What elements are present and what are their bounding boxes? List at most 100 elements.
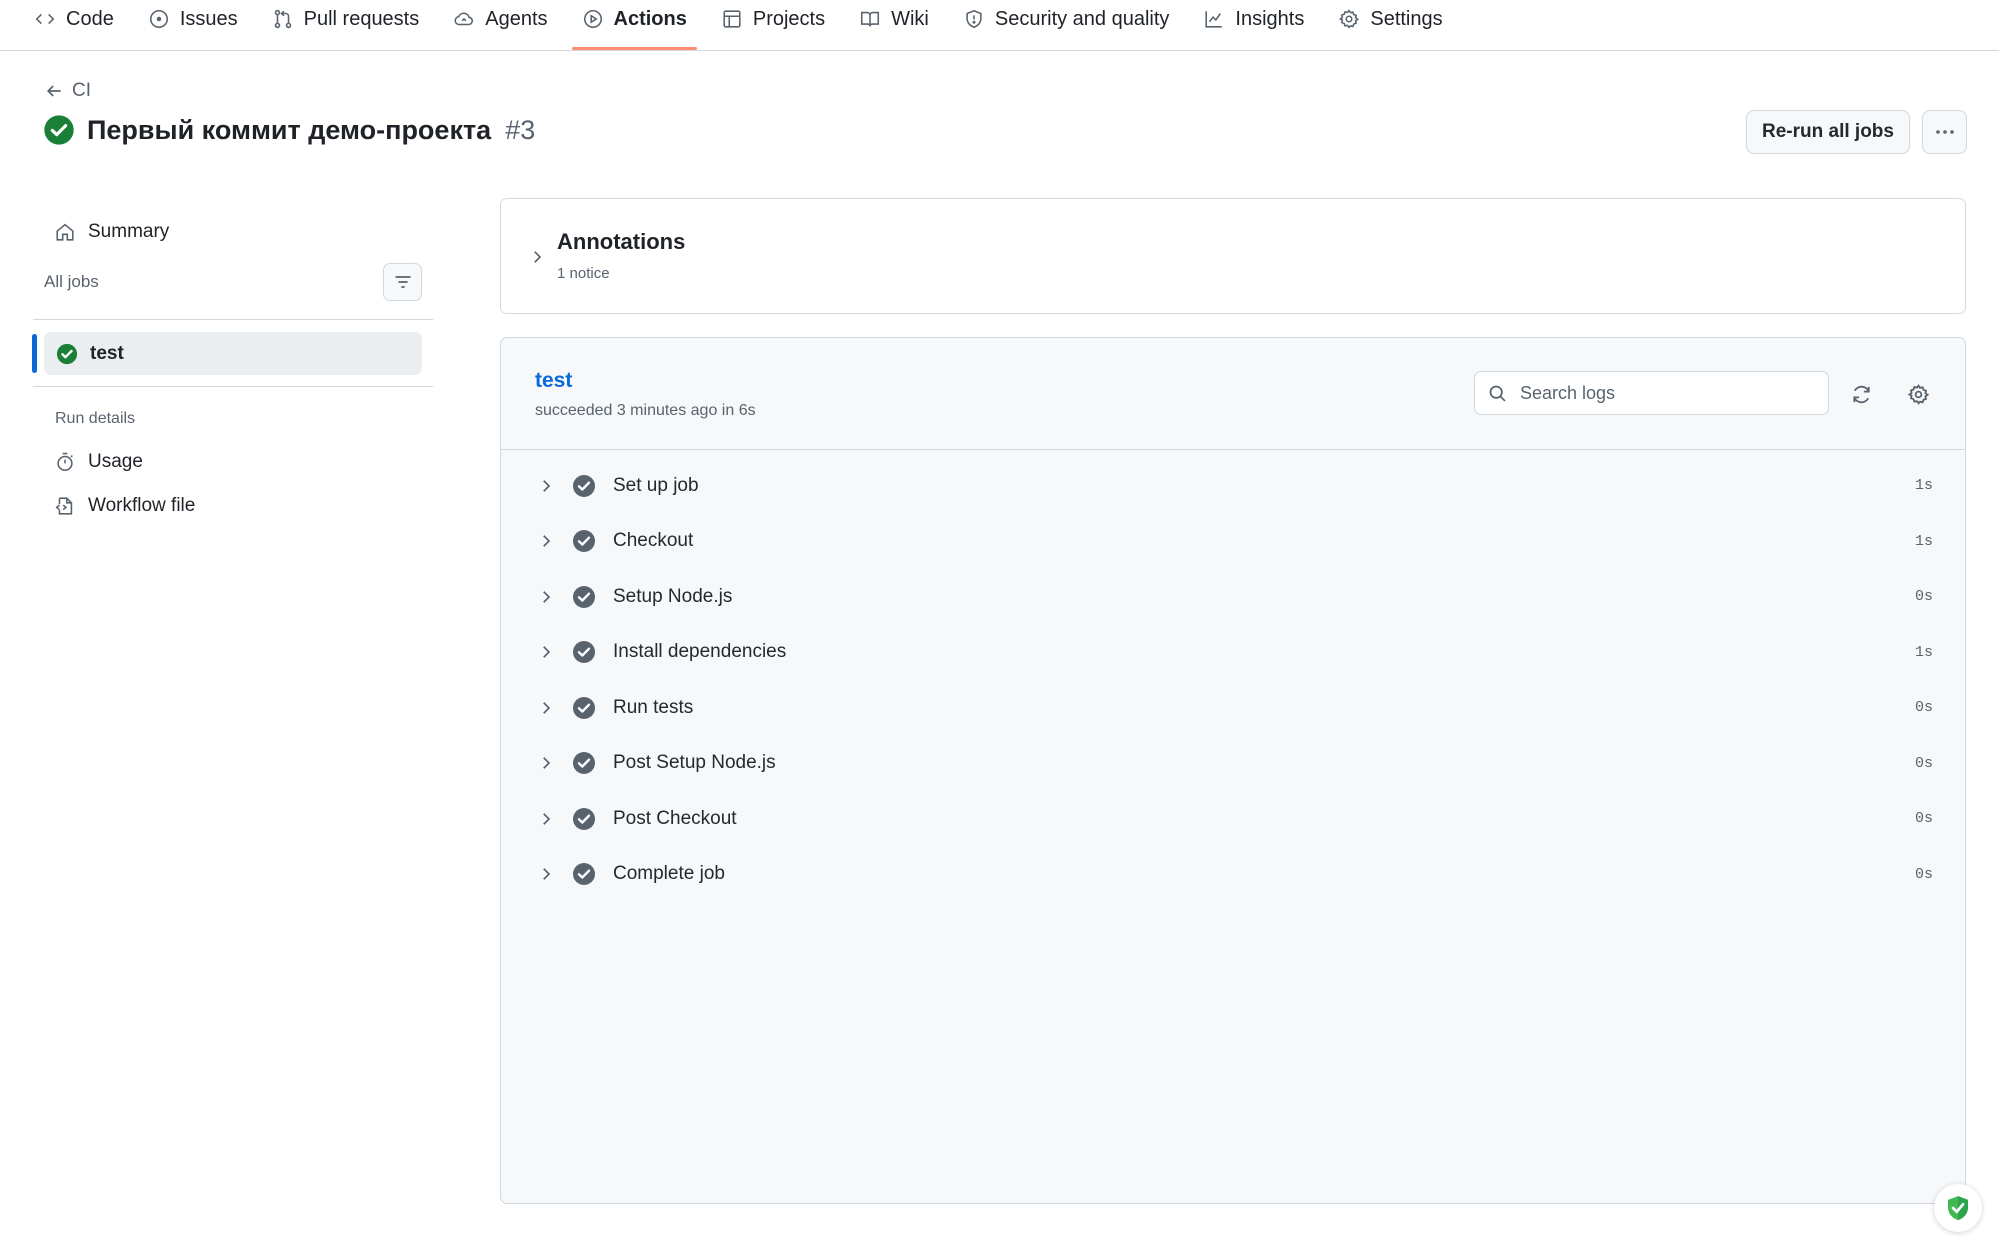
run-title-text: Первый коммит демо-проекта — [87, 114, 492, 145]
step-name: Set up job — [613, 474, 699, 496]
tab-code[interactable]: Code — [24, 0, 124, 38]
tab-projects-label: Projects — [752, 7, 826, 30]
step-expand-toggle[interactable] — [531, 582, 561, 612]
tab-issues[interactable]: Issues — [138, 0, 248, 38]
step-name: Post Checkout — [613, 807, 737, 829]
job-log-panel: test succeeded 3 minutes ago in 6s Set u… — [500, 337, 1966, 1204]
annotations-expand-toggle[interactable] — [521, 233, 553, 281]
tab-settings[interactable]: Settings — [1328, 0, 1452, 38]
back-link-label: CI — [72, 80, 91, 101]
filter-jobs-button[interactable] — [383, 263, 422, 301]
step-name: Checkout — [613, 530, 694, 552]
sidebar-divider — [33, 319, 433, 320]
step-row[interactable]: Run tests 0s — [501, 680, 1965, 736]
tab-agents[interactable]: Agents — [443, 0, 557, 38]
table-icon — [723, 10, 741, 28]
job-panel-header: test succeeded 3 minutes ago in 6s — [501, 338, 1965, 450]
step-duration: 0s — [1914, 810, 1933, 828]
sidebar-job-test[interactable]: test — [44, 332, 422, 375]
step-expand-toggle[interactable] — [531, 804, 561, 834]
page-title: Первый коммит демо-проекта #3 — [43, 114, 535, 146]
file-code-icon — [55, 497, 73, 515]
step-expand-toggle[interactable] — [531, 471, 561, 501]
job-name-link[interactable]: test — [535, 369, 572, 393]
tab-projects[interactable]: Projects — [711, 0, 835, 38]
tab-pull-requests-label: Pull requests — [303, 7, 420, 30]
more-options-button[interactable] — [1922, 110, 1967, 154]
tab-pull-requests[interactable]: Pull requests — [262, 0, 430, 38]
check-circle-fill-icon — [56, 343, 78, 364]
gear-icon — [1907, 383, 1929, 405]
check-circle-fill-icon — [573, 474, 595, 497]
step-expand-toggle[interactable] — [531, 693, 561, 723]
check-circle-fill-icon — [573, 863, 595, 886]
tab-actions-label: Actions — [613, 7, 687, 30]
step-row[interactable]: Checkout 1s — [501, 514, 1965, 570]
tab-security-label: Security and quality — [994, 7, 1170, 30]
sync-icon — [1852, 385, 1870, 403]
step-duration: 1s — [1914, 643, 1933, 661]
chevron-right-icon — [543, 701, 551, 714]
tab-actions[interactable]: Actions — [571, 0, 698, 50]
chevron-right-icon — [543, 868, 551, 881]
tab-security[interactable]: Security and quality — [953, 0, 1180, 38]
security-extension-badge[interactable] — [1934, 1184, 1982, 1232]
step-row[interactable]: Install dependencies 1s — [501, 625, 1965, 681]
check-circle-fill-icon — [573, 530, 595, 553]
issue-icon — [149, 9, 168, 29]
step-row[interactable]: Set up job 1s — [501, 458, 1965, 514]
search-logs-input[interactable] — [1520, 382, 1810, 404]
rerun-all-jobs-button[interactable]: Re-run all jobs — [1746, 110, 1910, 154]
annotations-count: 1 notice — [557, 265, 610, 282]
check-circle-fill-icon — [44, 115, 74, 145]
play-icon — [583, 9, 602, 29]
tab-issues-label: Issues — [179, 7, 238, 30]
sidebar-workflow-file-label: Workflow file — [88, 495, 196, 516]
step-expand-toggle[interactable] — [531, 748, 561, 778]
run-details-label: Run details — [55, 410, 136, 427]
log-settings-button[interactable] — [1898, 374, 1938, 414]
sidebar-item-workflow-file[interactable]: Workflow file — [44, 489, 424, 523]
check-circle-fill-icon — [573, 585, 595, 608]
chevron-right-icon — [543, 479, 551, 492]
filter-icon — [395, 276, 410, 288]
tab-wiki[interactable]: Wiki — [849, 0, 939, 38]
step-row[interactable]: Complete job 0s — [501, 847, 1965, 903]
job-status-text: succeeded 3 minutes ago in 6s — [535, 402, 756, 419]
sidebar-usage-label: Usage — [88, 451, 143, 472]
step-name: Run tests — [613, 696, 694, 718]
step-expand-toggle[interactable] — [531, 859, 561, 889]
chevron-right-icon — [543, 812, 551, 825]
back-to-workflow-link[interactable]: CI — [44, 80, 91, 102]
check-circle-fill-icon — [573, 752, 595, 775]
sidebar-item-summary[interactable]: Summary — [44, 216, 424, 248]
check-circle-fill-icon — [573, 641, 595, 664]
step-duration: 0s — [1914, 588, 1933, 606]
annotations-title: Annotations — [557, 229, 686, 254]
chevron-right-icon — [543, 590, 551, 603]
tab-insights[interactable]: Insights — [1193, 0, 1314, 38]
step-row[interactable]: Setup Node.js 0s — [501, 569, 1965, 625]
refresh-logs-button[interactable] — [1841, 374, 1881, 414]
tab-agents-label: Agents — [485, 7, 548, 30]
step-row[interactable]: Post Checkout 0s — [501, 791, 1965, 847]
step-duration: 0s — [1914, 865, 1933, 883]
kebab-horizontal-icon — [1935, 130, 1954, 134]
step-expand-toggle[interactable] — [531, 526, 561, 556]
stopwatch-icon — [57, 452, 73, 472]
step-expand-toggle[interactable] — [531, 637, 561, 667]
pull-request-icon — [274, 9, 291, 29]
step-duration: 0s — [1914, 754, 1933, 772]
job-steps-list: Set up job 1s Checkout 1s Setup Node.js … — [501, 458, 1965, 902]
run-number: #3 — [505, 114, 536, 145]
tab-insights-label: Insights — [1235, 7, 1305, 30]
repo-nav: Code Issues Pull requests Agents Actions… — [0, 0, 1999, 51]
chevron-right-icon — [543, 535, 551, 548]
all-jobs-label: All jobs — [44, 272, 99, 291]
arrow-left-icon — [46, 85, 61, 97]
annotations-panel: Annotations 1 notice — [500, 198, 1966, 314]
tab-code-label: Code — [66, 7, 114, 30]
sidebar-item-usage[interactable]: Usage — [44, 445, 424, 479]
step-row[interactable]: Post Setup Node.js 0s — [501, 736, 1965, 792]
search-icon — [1489, 385, 1506, 402]
